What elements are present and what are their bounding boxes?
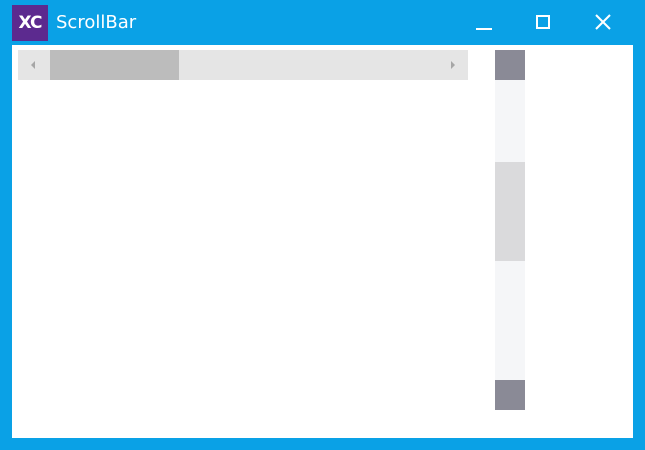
close-button[interactable]	[574, 0, 632, 45]
scroll-down-button[interactable]	[495, 380, 525, 410]
client-area	[12, 45, 633, 438]
title-bar[interactable]: XC ScrollBar	[0, 0, 645, 45]
app-logo: XC	[12, 5, 48, 41]
close-icon	[595, 14, 611, 30]
vertical-scroll-thumb[interactable]	[495, 162, 525, 261]
scroll-up-button[interactable]	[495, 50, 525, 80]
vertical-scrollbar[interactable]	[495, 50, 525, 410]
window-title: ScrollBar	[56, 12, 137, 33]
minimize-icon	[476, 28, 492, 30]
triangle-left-icon	[31, 61, 35, 69]
minimize-button[interactable]	[455, 0, 513, 45]
maximize-button[interactable]	[514, 0, 572, 45]
application-window: XC ScrollBar	[0, 0, 645, 450]
triangle-right-icon	[451, 61, 455, 69]
horizontal-scroll-thumb[interactable]	[50, 50, 179, 80]
horizontal-scrollbar[interactable]	[18, 50, 468, 80]
scroll-left-button[interactable]	[18, 50, 50, 80]
scroll-right-button[interactable]	[436, 50, 468, 80]
maximize-icon	[536, 15, 550, 29]
